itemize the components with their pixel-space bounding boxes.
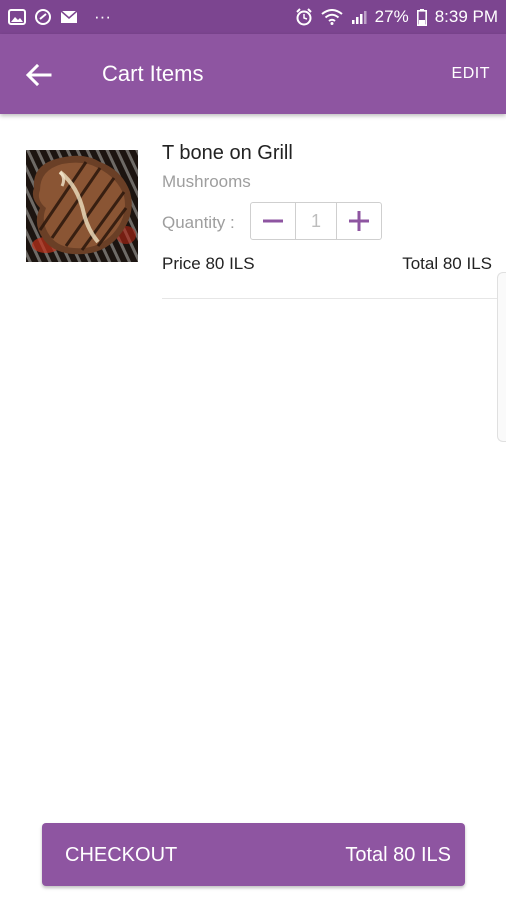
increase-quantity-button[interactable]: [337, 203, 381, 239]
checkout-total: Total 80 ILS: [345, 844, 451, 866]
wifi-icon: [321, 9, 343, 25]
edit-button[interactable]: EDIT: [452, 65, 490, 83]
decrease-quantity-button[interactable]: [251, 203, 295, 239]
page-title: Cart Items: [102, 61, 204, 86]
back-button[interactable]: [22, 58, 56, 92]
status-left: ···: [8, 7, 111, 27]
battery-percent: 27%: [374, 7, 409, 26]
status-right: 27% 8:39 PM: [295, 7, 498, 27]
checkout-button[interactable]: CHECKOUT Total 80 ILS: [42, 823, 465, 886]
app-bar: Cart Items EDIT: [0, 34, 506, 114]
item-divider: [162, 298, 506, 299]
mail-icon: [60, 10, 78, 24]
more-notifications-indicator: ···: [94, 7, 111, 26]
checkout-label: CHECKOUT: [65, 844, 178, 866]
back-arrow-icon: [25, 63, 52, 87]
battery-icon: [416, 8, 427, 26]
alarm-icon: [295, 8, 313, 26]
quantity-stepper: 1: [250, 202, 382, 240]
quantity-value[interactable]: 1: [295, 203, 337, 239]
status-bar: ··· 27% 8:39 PM: [0, 0, 506, 34]
cart-item: T bone on Grill Mushrooms Quantity : 1 P…: [0, 114, 506, 300]
item-image: [26, 150, 138, 262]
clock: 8:39 PM: [434, 7, 498, 26]
item-total: Total 80 ILS: [402, 254, 492, 273]
minus-icon: [263, 219, 283, 223]
gallery-icon: [8, 9, 26, 25]
item-name: T bone on Grill: [162, 142, 293, 164]
plus-icon: [349, 211, 369, 231]
item-option: Mushrooms: [162, 172, 251, 191]
quantity-label: Quantity :: [162, 213, 235, 232]
item-price: Price 80 ILS: [162, 254, 255, 273]
signal-icon: [351, 9, 367, 25]
sync-icon: [34, 8, 52, 26]
edge-panel-handle[interactable]: [497, 272, 506, 442]
